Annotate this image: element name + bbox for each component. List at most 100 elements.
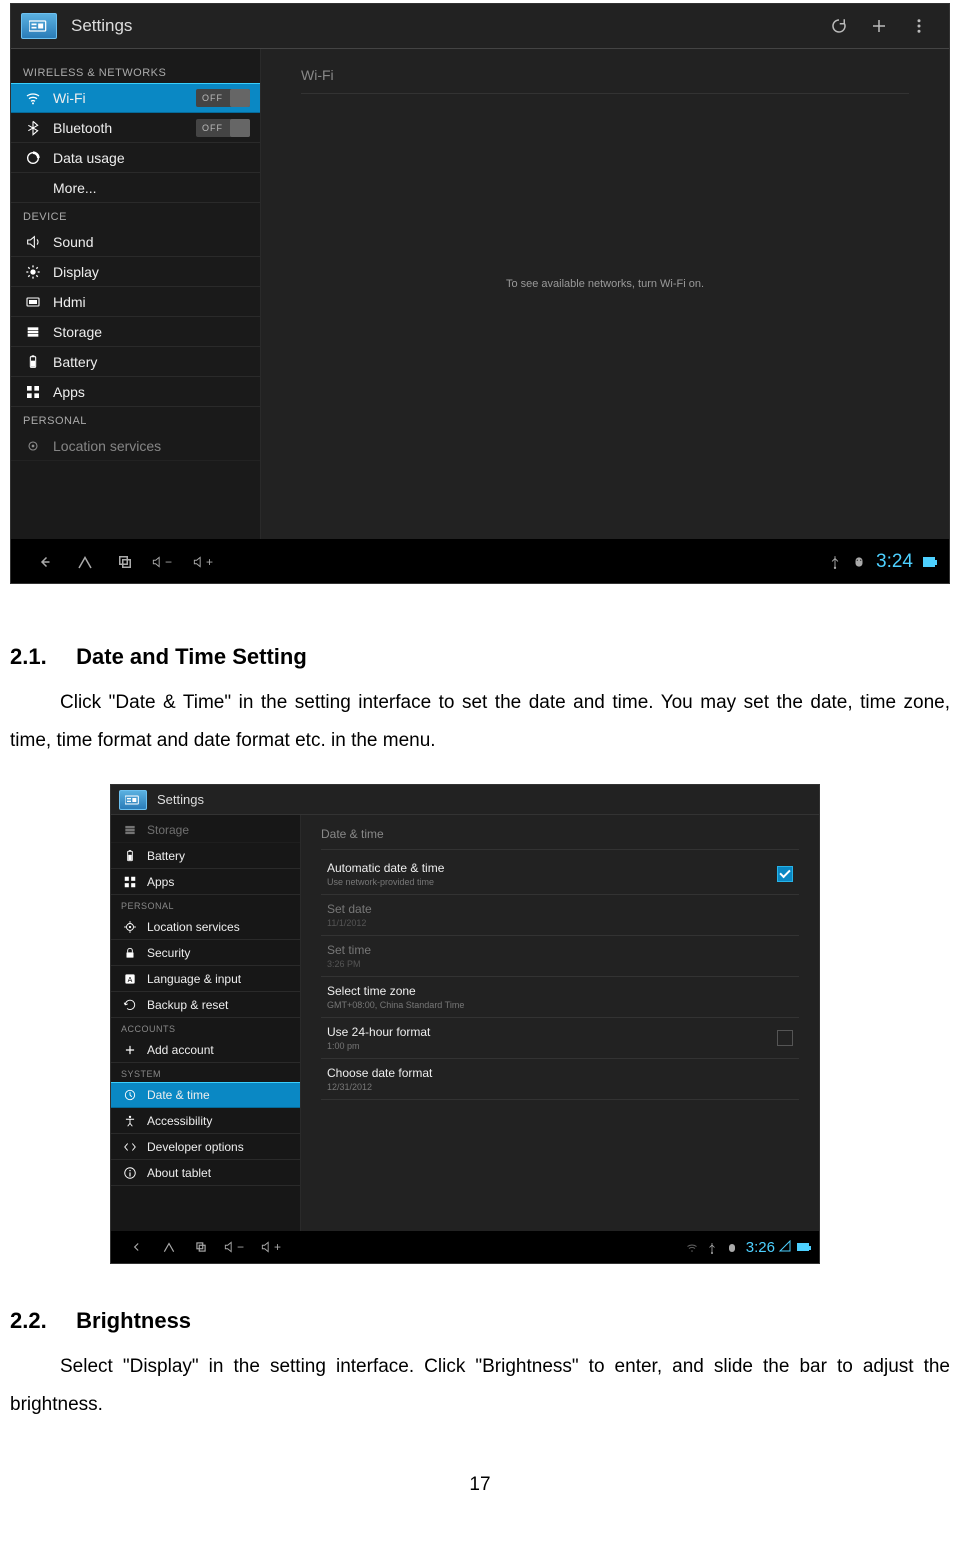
row-subtitle: 3:26 PM [327,959,793,969]
auto-datetime-checkbox[interactable] [777,866,793,882]
hdmi-icon [25,294,41,310]
storage-icon [123,823,137,837]
category-personal: PERSONAL [11,407,260,431]
row-set-date: Set date 11/1/2012 [321,895,799,936]
24hour-checkbox[interactable] [777,1030,793,1046]
sidebar-item-sound[interactable]: Sound [11,227,260,257]
status-clock: 3:26 [746,1239,775,1256]
sidebar-item-developer[interactable]: Developer options [111,1134,300,1160]
row-subtitle: GMT+08:00, China Standard Time [327,1000,793,1010]
display-icon [25,264,41,280]
language-icon: A [123,972,137,986]
volume-up-button[interactable]: + [260,1240,281,1254]
section-number: 2.1. [10,644,70,670]
row-auto-datetime[interactable]: Automatic date & time Use network-provid… [321,854,799,895]
overflow-menu-icon[interactable] [899,15,939,38]
bluetooth-toggle[interactable]: OFF [196,119,250,137]
clock-icon [123,1088,137,1102]
status-clock: 3:24 [876,551,913,573]
pane-title: Date & time [321,827,799,850]
app-top-bar: Settings [11,4,949,49]
row-subtitle: Use network-provided time [327,877,777,887]
back-button[interactable] [25,553,65,571]
recent-apps-button[interactable] [105,553,145,571]
sidebar-item-battery[interactable]: Battery [111,843,300,869]
sidebar-item-backup[interactable]: Backup & reset [111,992,300,1018]
row-timezone[interactable]: Select time zone GMT+08:00, China Standa… [321,977,799,1018]
system-navbar: − + 3:26 [111,1231,819,1263]
sidebar-item-label: Hdmi [53,294,86,310]
home-button[interactable] [153,1240,185,1255]
plus-icon [123,1043,137,1057]
datetime-detail-pane: Date & time Automatic date & time Use ne… [301,815,819,1233]
sidebar-item-location[interactable]: Location services [11,431,260,461]
recent-apps-button[interactable] [185,1240,217,1255]
sidebar-item-add-account[interactable]: Add account [111,1037,300,1063]
row-title: Use 24-hour format [327,1025,777,1039]
sidebar-item-more[interactable]: More... [11,173,260,203]
sidebar-item-label: Location services [147,920,240,934]
section-2-2-paragraph: Select "Display" in the setting interfac… [10,1348,950,1424]
sidebar-item-label: Apps [53,384,85,400]
sidebar-item-security[interactable]: Security [111,940,300,966]
refresh-icon[interactable] [819,15,859,38]
sidebar-item-label: Developer options [147,1140,244,1154]
lock-icon [123,946,137,960]
storage-icon [25,324,41,340]
sidebar-item-label: Apps [147,875,174,889]
sidebar-item-wifi[interactable]: Wi-Fi OFF [11,83,260,113]
category-device: DEVICE [11,203,260,227]
sidebar-item-label: More... [53,180,97,196]
sidebar-item-label: Data usage [53,150,125,166]
section-title: Brightness [76,1308,191,1333]
sidebar-item-storage[interactable]: Storage [111,817,300,843]
pane-title: Wi-Fi [301,67,909,94]
sidebar-item-apps[interactable]: Apps [11,377,260,407]
sidebar-item-accessibility[interactable]: Accessibility [111,1108,300,1134]
sidebar-item-data-usage[interactable]: Data usage [11,143,260,173]
sidebar-item-label: Battery [147,849,185,863]
sidebar-item-storage[interactable]: Storage [11,317,260,347]
volume-up-button[interactable]: + [192,555,213,569]
row-subtitle: 12/31/2012 [327,1082,793,1092]
row-date-format[interactable]: Choose date format 12/31/2012 [321,1059,799,1100]
row-title: Set time [327,943,793,957]
page-number: 17 [0,1474,960,1496]
sidebar-item-location[interactable]: Location services [111,914,300,940]
sidebar-item-datetime[interactable]: Date & time [111,1082,300,1108]
category-system: SYSTEM [111,1063,300,1082]
battery-icon [123,849,137,863]
settings-wifi-screenshot: Settings WIRELESS & NETWORKS Wi-Fi OFF [10,3,950,584]
wifi-icon [25,90,41,106]
add-icon[interactable] [859,15,899,38]
accessibility-icon [123,1114,137,1128]
sidebar-item-language[interactable]: A Language & input [111,966,300,992]
location-icon [25,438,41,454]
row-title: Select time zone [327,984,793,998]
wifi-status-icon [678,1240,698,1254]
volume-down-button[interactable]: − [223,1240,244,1254]
sidebar-item-about[interactable]: About tablet [111,1160,300,1186]
sidebar-item-apps[interactable]: Apps [111,869,300,895]
row-24hour[interactable]: Use 24-hour format 1:00 pm [321,1018,799,1059]
sidebar-item-label: Battery [53,354,97,370]
volume-down-button[interactable]: − [151,555,172,569]
svg-text:A: A [128,976,133,983]
category-personal: PERSONAL [111,895,300,914]
sidebar-item-bluetooth[interactable]: Bluetooth OFF [11,113,260,143]
sidebar-item-label: Backup & reset [147,998,228,1012]
bluetooth-icon [25,120,41,136]
location-icon [123,920,137,934]
wifi-toggle[interactable]: OFF [196,89,250,107]
back-button[interactable] [121,1240,153,1255]
data-usage-icon [25,150,41,166]
home-button[interactable] [65,553,105,571]
settings-datetime-screenshot: Settings Storage Battery Apps PERSONAL [110,784,820,1264]
category-wireless: WIRELESS & NETWORKS [11,59,260,83]
row-title: Set date [327,902,793,916]
sidebar-item-battery[interactable]: Battery [11,347,260,377]
sidebar-item-hdmi[interactable]: Hdmi [11,287,260,317]
android-debug-icon [718,1240,738,1254]
sidebar-item-display[interactable]: Display [11,257,260,287]
info-icon [123,1166,137,1180]
